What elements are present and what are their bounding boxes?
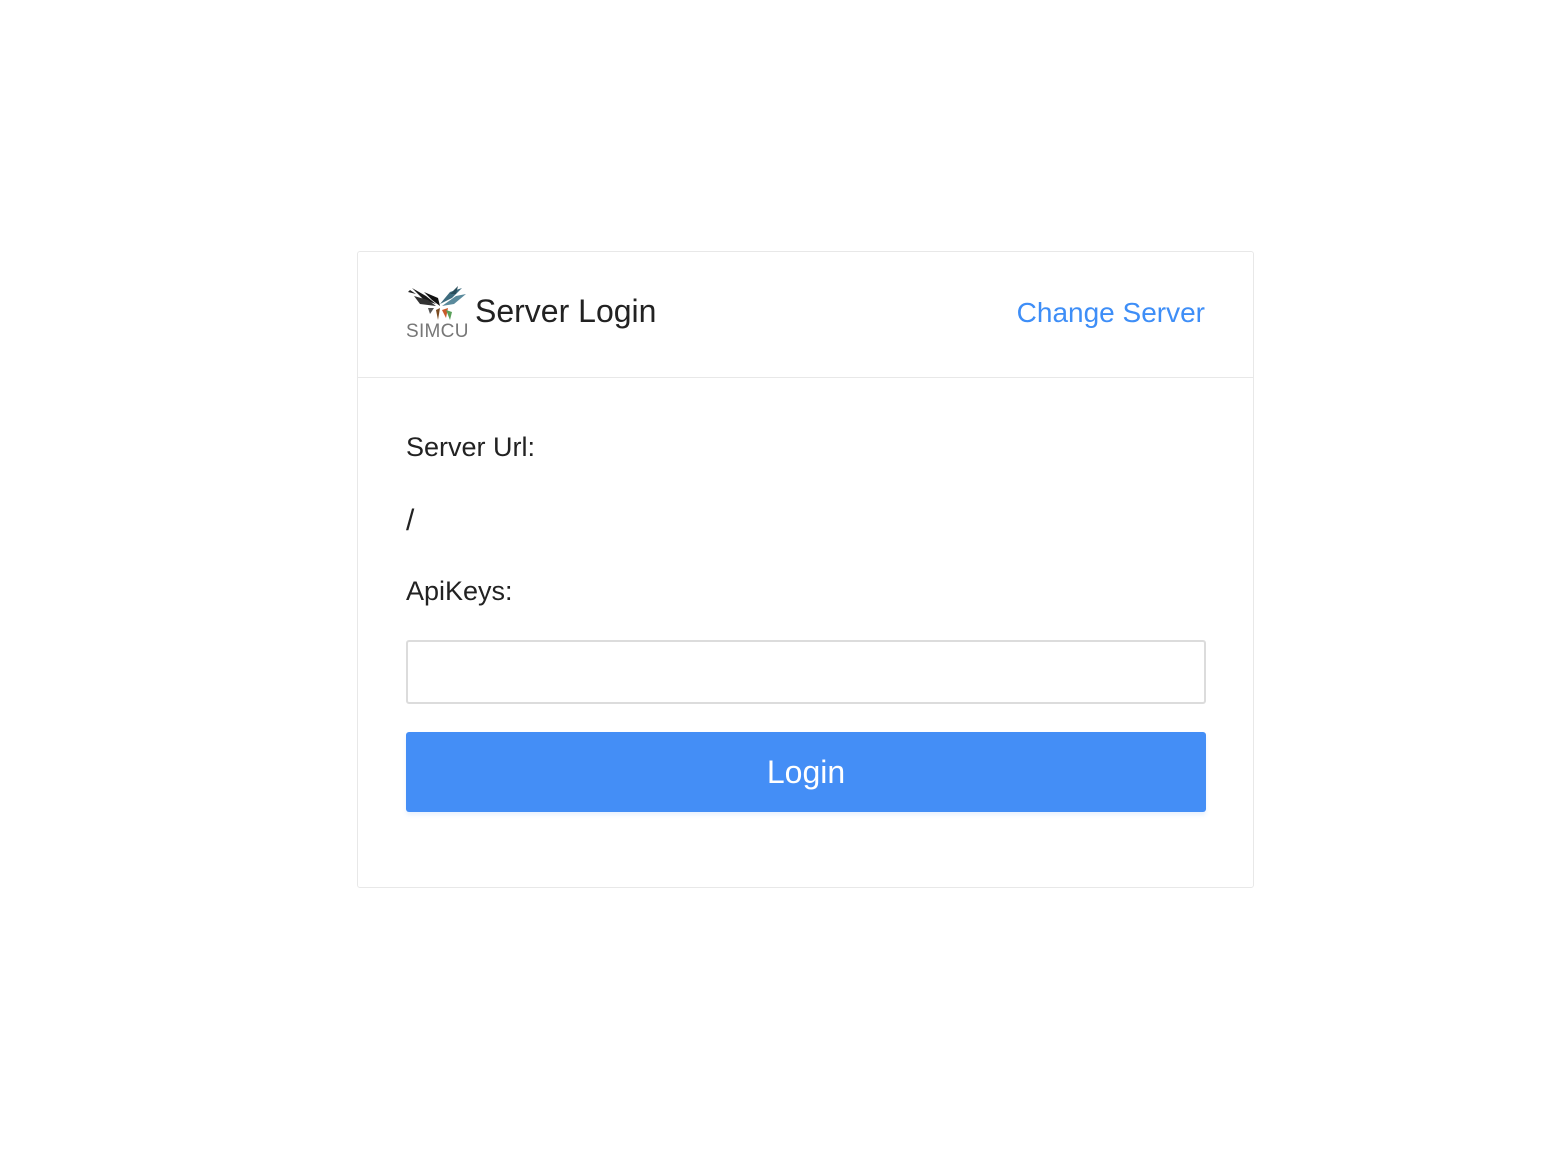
page-title: Server Login <box>475 293 657 329</box>
login-button[interactable]: Login <box>406 732 1206 812</box>
logo-text: SIMCU <box>406 321 469 342</box>
simcu-logo: SIMCU <box>406 284 468 342</box>
card-header: SIMCU Server Login Change Server <box>358 252 1253 378</box>
api-keys-input[interactable] <box>406 640 1206 704</box>
change-server-link[interactable]: Change Server <box>1017 296 1205 330</box>
server-url-label: Server Url: <box>406 432 536 462</box>
server-url-value: / <box>406 504 415 537</box>
api-keys-label: ApiKeys: <box>406 576 513 606</box>
login-card: SIMCU Server Login Change Server Server … <box>357 251 1254 888</box>
bird-logo-icon <box>408 286 466 320</box>
